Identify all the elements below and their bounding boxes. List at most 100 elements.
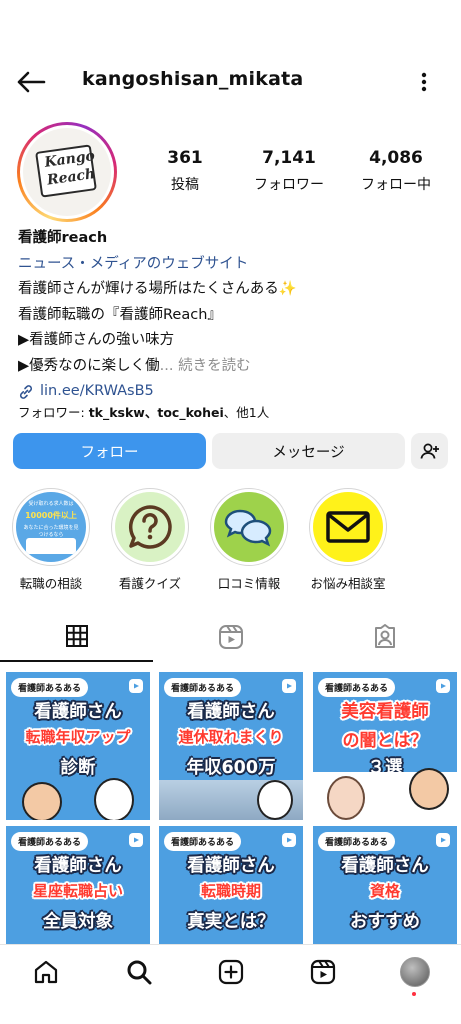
woman-illustration	[327, 776, 365, 820]
stat-following-count: 4,086	[369, 148, 423, 168]
more-options-icon[interactable]	[414, 70, 434, 94]
stat-followers-count: 7,141	[262, 148, 316, 168]
highlight-cover: 受け取れる求人数は 10000件以上 あなたに合った環境を見つけるなら	[16, 492, 86, 562]
chat-bubbles-icon	[224, 509, 272, 547]
tab-tagged[interactable]	[308, 612, 461, 662]
highlight-cover	[214, 492, 284, 562]
reel-badge-icon	[436, 679, 450, 693]
highlight-kango-quiz[interactable]: 看護クイズ	[110, 488, 190, 592]
add-person-icon	[420, 443, 439, 459]
stat-posts-label: 投稿	[171, 177, 199, 193]
reel-badge-icon	[129, 833, 143, 847]
tab-posts-grid[interactable]	[0, 612, 153, 662]
home-icon	[34, 960, 58, 984]
post-subtitle: の闇とは？	[342, 731, 428, 751]
bio-line-truncated: ▶優秀なのに楽しく働... 続きを読む	[18, 357, 251, 374]
highlight-label: 転職の相談	[19, 576, 83, 591]
bottom-navigation	[0, 944, 461, 1024]
bio-line: ▶看護師さんの強い味方	[18, 332, 175, 348]
suggest-accounts-button[interactable]	[411, 433, 448, 469]
post-thumbnail[interactable]: 看護師あるある 美容看護師 の闇とは？ ３選	[313, 672, 457, 820]
post-subtitle: 連休取れまくり	[178, 728, 284, 746]
tagged-person-icon	[374, 624, 395, 648]
post-headline: 看護師さん	[187, 702, 275, 722]
post-thumbnail[interactable]: 看護師あるある 看護師さん 転職年収アップ 診断	[6, 672, 150, 820]
add-post-icon	[218, 959, 244, 985]
reel-badge-icon	[436, 833, 450, 847]
reel-badge-icon	[129, 679, 143, 693]
post-caption: 診断	[60, 758, 96, 778]
highlight-cover	[115, 492, 185, 562]
post-headline: 看護師さん	[341, 856, 429, 876]
post-subtitle: 転職年収アップ	[25, 728, 131, 746]
nurse-illustration	[94, 778, 134, 820]
post-subtitle: 資格	[369, 882, 400, 900]
profile-category[interactable]: ニュース・メディアのウェブサイト	[18, 252, 448, 278]
back-arrow-icon[interactable]	[16, 70, 46, 94]
highlight-onayami-soudan[interactable]: お悩み相談室	[308, 488, 388, 592]
kango-reach-logo: Kango Reach	[35, 144, 97, 198]
top-bar: kangoshisan_mikata	[0, 56, 461, 108]
profile-bio: 看護師reach ニュース・メディアのウェブサイト 看護師さんが輝ける場所はたく…	[18, 226, 448, 405]
post-tag: 看護師あるある	[164, 678, 242, 697]
highlight-cover	[313, 492, 383, 562]
message-button[interactable]: メッセージ	[212, 433, 405, 469]
bio-line: 看護師さんが輝ける場所はたくさんある✨	[18, 281, 297, 297]
post-caption: 真実とは？	[187, 912, 275, 932]
follow-button[interactable]: フォロー	[13, 433, 206, 469]
highlight-tenshoku-soudan[interactable]: 受け取れる求人数は 10000件以上 あなたに合った環境を見つけるなら 転職の相…	[11, 488, 91, 592]
post-subtitle: 転職時期	[200, 882, 261, 900]
profile-avatar: Kango Reach	[23, 128, 111, 216]
man-illustration	[409, 768, 449, 810]
profile-username: kangoshisan_mikata	[82, 68, 304, 90]
nav-home[interactable]	[31, 957, 61, 987]
stat-following-label: フォロー中	[361, 177, 431, 193]
bio-line: 看護師転職の『看護師Reach』	[18, 306, 222, 323]
post-tag: 看護師あるある	[11, 678, 89, 697]
nav-create[interactable]	[216, 957, 246, 987]
profile-tabs	[0, 612, 461, 662]
tab-reels[interactable]	[154, 612, 307, 662]
post-headline: 看護師さん	[34, 856, 122, 876]
bio-external-link[interactable]: lin.ee/KRWAsB5	[18, 379, 448, 405]
highlight-label: 看護クイズ	[118, 576, 182, 591]
post-subtitle: 星座転職占い	[32, 882, 123, 900]
stat-posts[interactable]: 361 投稿	[162, 148, 208, 194]
post-headline: 看護師さん	[34, 702, 122, 722]
stat-followers[interactable]: 7,141 フォロワー	[243, 148, 335, 194]
post-tag: 看護師あるある	[164, 832, 242, 851]
post-headline: 看護師さん	[187, 856, 275, 876]
post-tag: 看護師あるある	[318, 678, 396, 697]
grid-icon	[65, 625, 88, 647]
stat-posts-count: 361	[167, 148, 203, 168]
nav-profile[interactable]	[400, 957, 430, 987]
post-caption: おすすめ	[350, 912, 420, 932]
post-caption: 全員対象	[43, 912, 113, 932]
followed-by-text[interactable]: フォロワー: tk_kskw、toc_kohei、他1人	[18, 402, 269, 421]
stat-followers-label: フォロワー	[254, 177, 324, 193]
nurse-illustration	[257, 780, 293, 820]
reel-badge-icon	[282, 679, 296, 693]
notification-dot	[412, 992, 416, 996]
reels-icon	[218, 625, 243, 649]
post-thumbnail[interactable]: 看護師あるある 看護師さん 連休取れまくり 年収600万	[159, 672, 303, 820]
post-tag: 看護師あるある	[11, 832, 89, 851]
highlight-illustration	[26, 538, 76, 554]
highlight-label: 口コミ情報	[217, 576, 281, 591]
read-more-link[interactable]: ... 続きを読む	[160, 358, 251, 374]
profile-avatar-story-ring[interactable]: Kango Reach	[17, 122, 117, 222]
highlight-kuchikomi[interactable]: 口コミ情報	[209, 488, 289, 592]
link-icon	[19, 384, 33, 399]
search-icon	[127, 960, 152, 985]
own-avatar	[400, 957, 430, 987]
nav-search[interactable]	[124, 957, 154, 987]
nav-reels[interactable]	[308, 957, 338, 987]
post-caption: 年収600万	[186, 758, 276, 778]
reels-icon	[310, 959, 336, 985]
post-tag: 看護師あるある	[318, 832, 396, 851]
profile-display-name: 看護師reach	[18, 230, 108, 246]
envelope-icon	[326, 511, 370, 543]
question-icon	[128, 505, 172, 549]
highlight-label: お悩み相談室	[310, 576, 386, 591]
stat-following[interactable]: 4,086 フォロー中	[350, 148, 442, 194]
